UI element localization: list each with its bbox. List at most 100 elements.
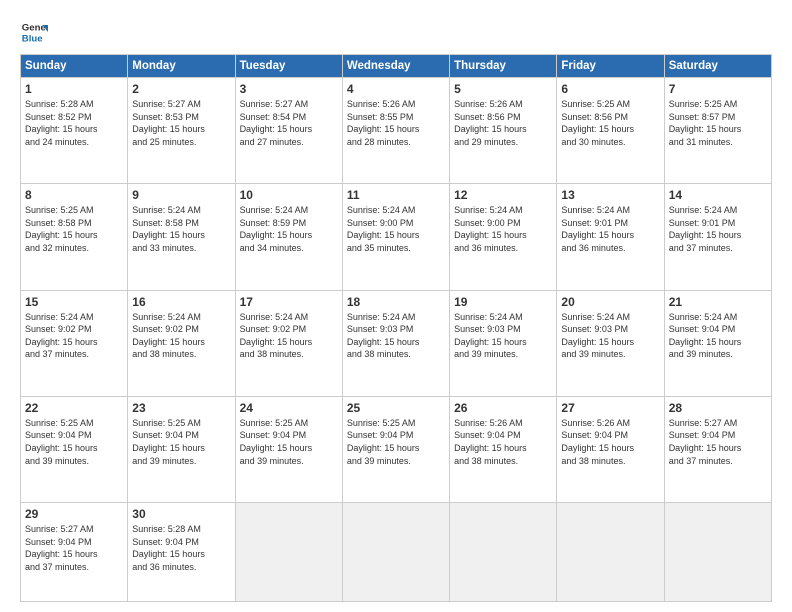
day-info: Sunrise: 5:24 AMSunset: 9:03 PMDaylight:…	[347, 311, 445, 361]
day-number: 5	[454, 82, 552, 96]
day-cell-3: 3 Sunrise: 5:27 AMSunset: 8:54 PMDaylight…	[235, 78, 342, 184]
day-cell-4: 4 Sunrise: 5:26 AMSunset: 8:55 PMDaylight…	[342, 78, 449, 184]
day-cell-30: 30 Sunrise: 5:28 AMSunset: 9:04 PMDayligh…	[128, 503, 235, 602]
calendar-week-4: 22 Sunrise: 5:25 AMSunset: 9:04 PMDayligh…	[21, 396, 772, 502]
empty-cell	[342, 503, 449, 602]
day-info: Sunrise: 5:25 AMSunset: 8:56 PMDaylight:…	[561, 98, 659, 148]
weekday-header-friday: Friday	[557, 55, 664, 78]
day-info: Sunrise: 5:24 AMSunset: 8:59 PMDaylight:…	[240, 204, 338, 254]
day-cell-28: 28 Sunrise: 5:27 AMSunset: 9:04 PMDayligh…	[664, 396, 771, 502]
day-number: 1	[25, 82, 123, 96]
day-number: 17	[240, 295, 338, 309]
day-number: 2	[132, 82, 230, 96]
day-info: Sunrise: 5:28 AMSunset: 8:52 PMDaylight:…	[25, 98, 123, 148]
day-info: Sunrise: 5:26 AMSunset: 8:55 PMDaylight:…	[347, 98, 445, 148]
day-info: Sunrise: 5:25 AMSunset: 9:04 PMDaylight:…	[347, 417, 445, 467]
day-number: 26	[454, 401, 552, 415]
day-number: 6	[561, 82, 659, 96]
day-number: 27	[561, 401, 659, 415]
day-cell-13: 13 Sunrise: 5:24 AMSunset: 9:01 PMDayligh…	[557, 184, 664, 290]
day-info: Sunrise: 5:24 AMSunset: 9:02 PMDaylight:…	[132, 311, 230, 361]
weekday-header-thursday: Thursday	[450, 55, 557, 78]
day-info: Sunrise: 5:27 AMSunset: 9:04 PMDaylight:…	[669, 417, 767, 467]
day-cell-23: 23 Sunrise: 5:25 AMSunset: 9:04 PMDayligh…	[128, 396, 235, 502]
day-number: 9	[132, 188, 230, 202]
day-cell-24: 24 Sunrise: 5:25 AMSunset: 9:04 PMDayligh…	[235, 396, 342, 502]
day-number: 7	[669, 82, 767, 96]
day-info: Sunrise: 5:26 AMSunset: 9:04 PMDaylight:…	[454, 417, 552, 467]
day-cell-7: 7 Sunrise: 5:25 AMSunset: 8:57 PMDaylight…	[664, 78, 771, 184]
day-number: 3	[240, 82, 338, 96]
day-number: 24	[240, 401, 338, 415]
day-info: Sunrise: 5:26 AMSunset: 8:56 PMDaylight:…	[454, 98, 552, 148]
day-number: 16	[132, 295, 230, 309]
day-number: 30	[132, 507, 230, 521]
day-info: Sunrise: 5:28 AMSunset: 9:04 PMDaylight:…	[132, 523, 230, 573]
day-info: Sunrise: 5:27 AMSunset: 8:54 PMDaylight:…	[240, 98, 338, 148]
day-cell-19: 19 Sunrise: 5:24 AMSunset: 9:03 PMDayligh…	[450, 290, 557, 396]
day-cell-29: 29 Sunrise: 5:27 AMSunset: 9:04 PMDayligh…	[21, 503, 128, 602]
day-cell-22: 22 Sunrise: 5:25 AMSunset: 9:04 PMDayligh…	[21, 396, 128, 502]
weekday-header-wednesday: Wednesday	[342, 55, 449, 78]
day-info: Sunrise: 5:25 AMSunset: 9:04 PMDaylight:…	[25, 417, 123, 467]
day-info: Sunrise: 5:24 AMSunset: 9:02 PMDaylight:…	[25, 311, 123, 361]
calendar-week-3: 15 Sunrise: 5:24 AMSunset: 9:02 PMDayligh…	[21, 290, 772, 396]
empty-cell	[664, 503, 771, 602]
empty-cell	[450, 503, 557, 602]
day-cell-21: 21 Sunrise: 5:24 AMSunset: 9:04 PMDayligh…	[664, 290, 771, 396]
page: General Blue SundayMondayTuesdayWednesda…	[0, 0, 792, 612]
day-number: 23	[132, 401, 230, 415]
day-number: 11	[347, 188, 445, 202]
day-cell-10: 10Sunrise: 5:24 AMSunset: 8:59 PMDayligh…	[235, 184, 342, 290]
day-info: Sunrise: 5:24 AMSunset: 9:02 PMDaylight:…	[240, 311, 338, 361]
empty-cell	[235, 503, 342, 602]
day-info: Sunrise: 5:27 AMSunset: 9:04 PMDaylight:…	[25, 523, 123, 573]
logo-icon: General Blue	[20, 18, 48, 46]
day-info: Sunrise: 5:25 AMSunset: 8:57 PMDaylight:…	[669, 98, 767, 148]
day-cell-15: 15 Sunrise: 5:24 AMSunset: 9:02 PMDayligh…	[21, 290, 128, 396]
day-info: Sunrise: 5:26 AMSunset: 9:04 PMDaylight:…	[561, 417, 659, 467]
day-number: 20	[561, 295, 659, 309]
weekday-header-tuesday: Tuesday	[235, 55, 342, 78]
day-cell-1: 1 Sunrise: 5:28 AMSunset: 8:52 PMDaylight…	[21, 78, 128, 184]
day-number: 8	[25, 188, 123, 202]
day-cell-11: 11Sunrise: 5:24 AMSunset: 9:00 PMDayligh…	[342, 184, 449, 290]
day-info: Sunrise: 5:24 AMSunset: 9:01 PMDaylight:…	[561, 204, 659, 254]
day-cell-8: 8 Sunrise: 5:25 AMSunset: 8:58 PMDaylight…	[21, 184, 128, 290]
day-number: 29	[25, 507, 123, 521]
day-info: Sunrise: 5:25 AMSunset: 8:58 PMDaylight:…	[25, 204, 123, 254]
day-number: 4	[347, 82, 445, 96]
calendar-week-1: 1 Sunrise: 5:28 AMSunset: 8:52 PMDaylight…	[21, 78, 772, 184]
day-number: 14	[669, 188, 767, 202]
day-cell-20: 20 Sunrise: 5:24 AMSunset: 9:03 PMDayligh…	[557, 290, 664, 396]
day-cell-26: 26 Sunrise: 5:26 AMSunset: 9:04 PMDayligh…	[450, 396, 557, 502]
day-cell-27: 27 Sunrise: 5:26 AMSunset: 9:04 PMDayligh…	[557, 396, 664, 502]
day-number: 21	[669, 295, 767, 309]
day-cell-2: 2 Sunrise: 5:27 AMSunset: 8:53 PMDaylight…	[128, 78, 235, 184]
calendar-table: SundayMondayTuesdayWednesdayThursdayFrid…	[20, 54, 772, 602]
svg-text:General: General	[22, 22, 48, 33]
day-info: Sunrise: 5:24 AMSunset: 9:00 PMDaylight:…	[454, 204, 552, 254]
day-number: 19	[454, 295, 552, 309]
day-cell-17: 17 Sunrise: 5:24 AMSunset: 9:02 PMDayligh…	[235, 290, 342, 396]
weekday-header-monday: Monday	[128, 55, 235, 78]
day-cell-12: 12Sunrise: 5:24 AMSunset: 9:00 PMDayligh…	[450, 184, 557, 290]
day-number: 15	[25, 295, 123, 309]
day-number: 22	[25, 401, 123, 415]
day-number: 13	[561, 188, 659, 202]
day-info: Sunrise: 5:24 AMSunset: 9:03 PMDaylight:…	[454, 311, 552, 361]
day-cell-5: 5 Sunrise: 5:26 AMSunset: 8:56 PMDaylight…	[450, 78, 557, 184]
day-cell-6: 6 Sunrise: 5:25 AMSunset: 8:56 PMDaylight…	[557, 78, 664, 184]
calendar-week-5: 29 Sunrise: 5:27 AMSunset: 9:04 PMDayligh…	[21, 503, 772, 602]
day-info: Sunrise: 5:25 AMSunset: 9:04 PMDaylight:…	[240, 417, 338, 467]
day-info: Sunrise: 5:24 AMSunset: 9:03 PMDaylight:…	[561, 311, 659, 361]
logo: General Blue	[20, 18, 48, 46]
day-info: Sunrise: 5:25 AMSunset: 9:04 PMDaylight:…	[132, 417, 230, 467]
calendar-week-2: 8 Sunrise: 5:25 AMSunset: 8:58 PMDaylight…	[21, 184, 772, 290]
day-info: Sunrise: 5:27 AMSunset: 8:53 PMDaylight:…	[132, 98, 230, 148]
day-cell-16: 16 Sunrise: 5:24 AMSunset: 9:02 PMDayligh…	[128, 290, 235, 396]
day-number: 18	[347, 295, 445, 309]
day-number: 28	[669, 401, 767, 415]
day-info: Sunrise: 5:24 AMSunset: 9:04 PMDaylight:…	[669, 311, 767, 361]
weekday-header-sunday: Sunday	[21, 55, 128, 78]
